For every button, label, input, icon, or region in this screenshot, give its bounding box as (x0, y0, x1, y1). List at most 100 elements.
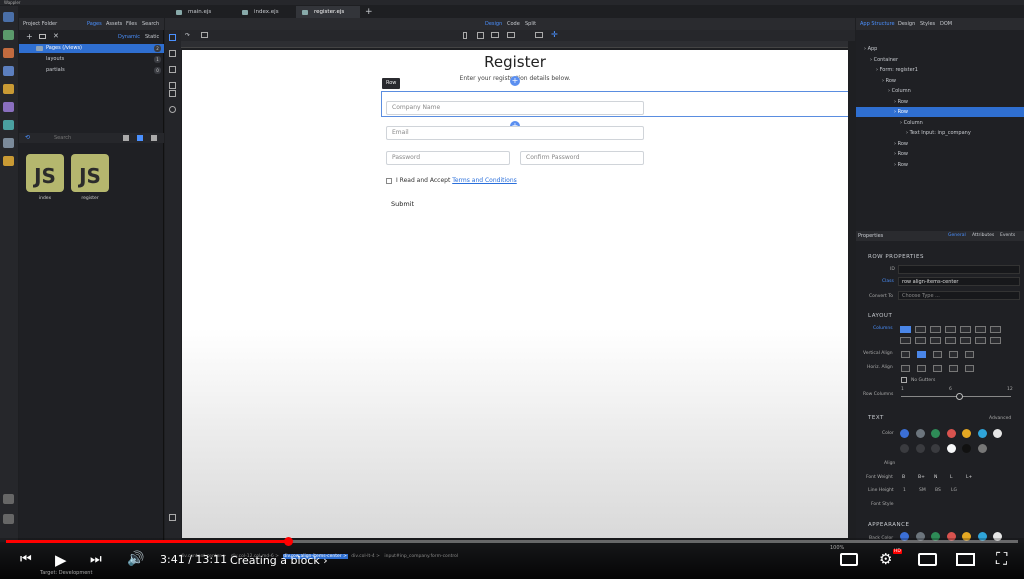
tab-styles[interactable]: Styles (920, 21, 935, 27)
redo-icon[interactable]: ↷ (185, 32, 190, 39)
tab-search[interactable]: Search (142, 21, 159, 27)
chapter-title[interactable]: Creating a block › (230, 554, 328, 567)
projects-icon[interactable] (3, 12, 14, 22)
device-tablet-icon[interactable] (477, 32, 484, 39)
color-swatch[interactable] (946, 429, 956, 438)
color-swatch[interactable] (915, 444, 925, 453)
color-swatch[interactable] (977, 444, 987, 453)
structure-item[interactable]: › Text Input: inp_company (856, 128, 1024, 138)
vertical-align-button[interactable] (949, 351, 958, 358)
tab-assets[interactable]: Assets (106, 21, 122, 27)
column-layout-button[interactable] (945, 326, 956, 333)
device-wide-icon[interactable] (535, 32, 543, 38)
convert-select[interactable]: Choose Type ... (898, 291, 1020, 300)
color-swatch[interactable] (915, 429, 925, 438)
vertical-align-button[interactable] (901, 351, 910, 358)
structure-item[interactable]: › App (856, 44, 1024, 54)
edit-icon[interactable] (169, 66, 176, 73)
column-layout-button[interactable] (900, 337, 911, 344)
column-layout-button[interactable] (915, 326, 926, 333)
vertical-align-button[interactable] (933, 351, 942, 358)
move-icon[interactable]: ✛ (551, 30, 558, 39)
mode-static[interactable]: Static (145, 34, 159, 40)
tab-dom[interactable]: DOM (940, 21, 952, 27)
select-icon[interactable] (169, 34, 176, 41)
grid-icon[interactable] (169, 514, 176, 521)
close-icon[interactable]: ✕ (53, 32, 59, 40)
column-layout-button[interactable] (930, 326, 941, 333)
color-swatch[interactable] (977, 429, 987, 438)
camera-icon[interactable] (201, 32, 208, 38)
no-gutters-checkbox[interactable] (901, 377, 907, 383)
git-icon[interactable] (3, 30, 14, 40)
workflow-icon[interactable] (3, 102, 14, 112)
network-icon[interactable] (3, 494, 14, 504)
font-weight-option[interactable]: B (902, 475, 905, 480)
column-layout-button[interactable] (900, 326, 911, 333)
email-field[interactable]: Email (386, 126, 644, 140)
tab-design[interactable]: Design (898, 21, 915, 27)
resources-icon[interactable] (3, 120, 14, 130)
add-icon[interactable]: + (26, 32, 33, 41)
structure-item[interactable]: › Row (856, 160, 1024, 170)
column-layout-button[interactable] (975, 337, 986, 344)
fullscreen-icon[interactable]: ⛶ (996, 549, 1007, 569)
password-field[interactable]: Password (386, 151, 510, 165)
column-layout-button[interactable] (990, 326, 1001, 333)
structure-item[interactable]: › Column (856, 86, 1024, 96)
advanced-toggle[interactable]: Advanced (989, 416, 1011, 421)
line-height-option[interactable]: LG (951, 488, 957, 493)
device-laptop-icon[interactable] (491, 32, 499, 38)
structure-item[interactable]: › Row (856, 107, 1024, 117)
view-design[interactable]: Design (485, 21, 502, 27)
font-weight-option[interactable]: L+ (966, 475, 972, 480)
text-icon[interactable] (169, 50, 176, 57)
device-desktop-icon[interactable] (507, 32, 515, 38)
breadcrumb-item[interactable]: input#inp_company.form-control (384, 554, 458, 559)
notes-icon[interactable] (3, 156, 14, 166)
subtitles-icon[interactable] (840, 553, 858, 566)
accept-checkbox[interactable] (386, 178, 392, 184)
tab-general[interactable]: General (948, 233, 966, 238)
structure-item[interactable]: › Row (856, 139, 1024, 149)
color-swatch[interactable] (962, 444, 971, 453)
color-swatch[interactable] (900, 429, 909, 438)
view-split[interactable]: Split (525, 21, 536, 27)
column-layout-button[interactable] (960, 326, 971, 333)
folder-add-icon[interactable] (39, 34, 46, 39)
tab-pages[interactable]: Pages (87, 21, 102, 27)
server-icon[interactable] (3, 84, 14, 94)
horizontal-align-button[interactable] (949, 365, 958, 372)
next-icon[interactable]: ⏭ (90, 552, 102, 567)
color-swatch[interactable] (900, 444, 909, 453)
column-layout-button[interactable] (960, 337, 971, 344)
horizontal-align-button[interactable] (901, 365, 910, 372)
line-height-option[interactable]: 1 (903, 488, 906, 493)
font-weight-option[interactable]: B+ (918, 475, 925, 480)
vertical-align-button[interactable] (965, 351, 974, 358)
structure-icon[interactable] (3, 48, 14, 58)
color-swatch[interactable] (962, 429, 971, 438)
theater-mode-icon[interactable] (956, 553, 975, 566)
mode-dynamic[interactable]: Dynamic (118, 34, 140, 40)
font-weight-option[interactable]: L (950, 475, 953, 480)
view-large-icon[interactable] (123, 135, 129, 141)
device-phone-icon[interactable] (463, 32, 467, 39)
font-weight-option[interactable]: N (934, 475, 937, 480)
structure-item[interactable]: › Row (856, 76, 1024, 86)
add-above-button[interactable]: + (510, 76, 520, 86)
structure-item[interactable]: › Row (856, 149, 1024, 159)
delete-icon[interactable] (169, 90, 176, 97)
slider-handle[interactable] (956, 393, 963, 400)
view-grid-icon[interactable] (137, 135, 143, 141)
tab-attributes[interactable]: Attributes (972, 233, 994, 238)
column-layout-button[interactable] (975, 326, 986, 333)
search-input[interactable]: Search (54, 135, 71, 141)
volume-icon[interactable]: 🔊 (127, 551, 144, 567)
preview-icon[interactable] (169, 106, 176, 113)
breadcrumb-item[interactable]: div.col-lt-4 > (351, 554, 381, 559)
tree-item-pages[interactable]: Pages (/views) 2 (19, 44, 164, 53)
horizontal-align-button[interactable] (965, 365, 974, 372)
design-canvas[interactable]: Register Enter your registration details… (182, 50, 848, 538)
view-code[interactable]: Code (507, 21, 520, 27)
